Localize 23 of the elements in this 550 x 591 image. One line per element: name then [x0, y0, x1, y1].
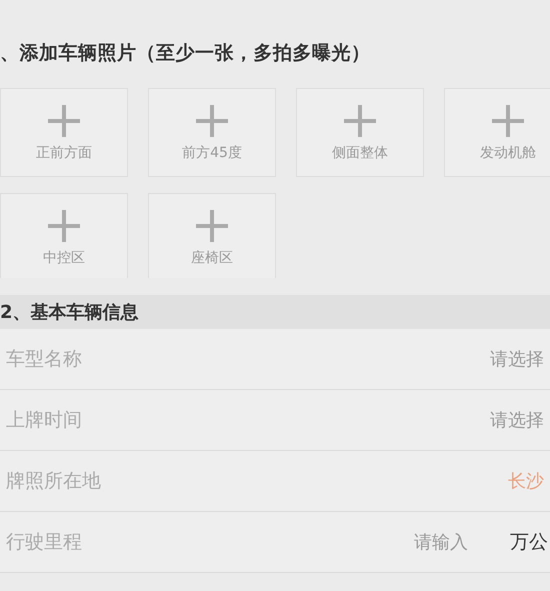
plus-icon — [343, 104, 377, 138]
photo-upload-tile[interactable]: 前方45度 — [148, 88, 276, 177]
section-title: 、添加车辆照片（至少一张，多拍多曝光） — [0, 41, 370, 66]
photo-upload-tile[interactable]: 中控区 — [0, 193, 128, 278]
field-label: 上牌时间 — [6, 408, 83, 433]
select-placeholder[interactable]: 请选择 — [490, 347, 550, 371]
photo-upload-tile[interactable]: 侧面整体 — [296, 88, 424, 177]
plus-icon — [195, 208, 229, 242]
section-title: 2、基本车辆信息 — [0, 301, 139, 324]
field-label: 车型名称 — [6, 347, 83, 372]
select-value[interactable]: 长沙 — [508, 469, 550, 493]
unit-label: 万公 — [510, 530, 548, 555]
plus-icon — [491, 104, 525, 138]
mileage-input[interactable]: 请输入 — [386, 530, 470, 554]
photo-upload-tile[interactable]: 座椅区 — [148, 193, 276, 278]
field-label: 牌照所在地 — [6, 469, 102, 494]
plus-icon — [47, 208, 81, 242]
photo-upload-tile[interactable]: 正前方面 — [0, 88, 128, 177]
select-placeholder[interactable]: 请选择 — [490, 408, 550, 432]
plus-icon — [47, 104, 81, 138]
field-label: 行驶里程 — [6, 530, 83, 555]
plus-icon — [195, 104, 229, 138]
photo-upload-tile[interactable]: 发动机舱 — [444, 88, 550, 177]
